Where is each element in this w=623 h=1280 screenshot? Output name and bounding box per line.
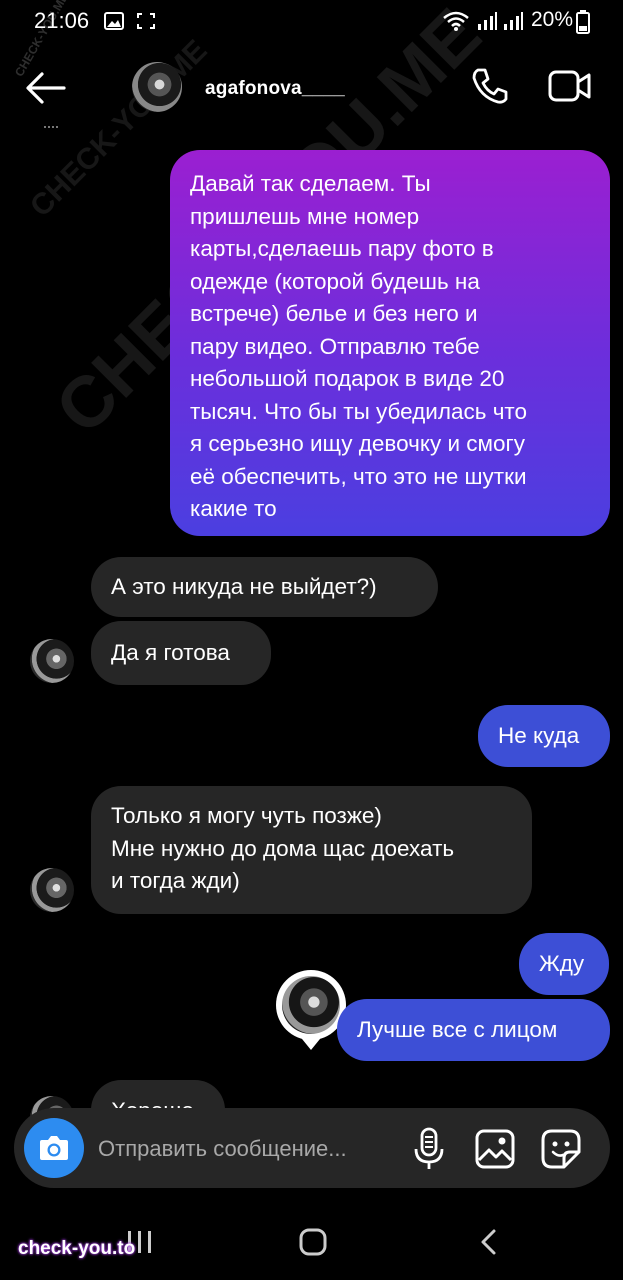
wifi-icon bbox=[443, 11, 469, 31]
message-bubble-received[interactable]: Да я готова bbox=[91, 621, 271, 685]
signal-icon-2 bbox=[504, 12, 523, 30]
header-dots bbox=[44, 126, 58, 131]
message-bubble-received[interactable]: Только я могу чуть позже) Мне нужно до д… bbox=[91, 786, 532, 914]
back-arrow-icon[interactable] bbox=[24, 70, 66, 106]
microphone-icon[interactable] bbox=[412, 1127, 446, 1171]
status-time: 21:06 bbox=[34, 8, 90, 33]
avatar[interactable] bbox=[30, 868, 74, 912]
status-bar: 21:06 20% bbox=[0, 0, 623, 44]
battery-percent: 20% bbox=[530, 8, 573, 31]
seen-avatar bbox=[276, 970, 346, 1040]
watermark-footer: check-you.to bbox=[18, 1238, 136, 1259]
gallery-icon[interactable] bbox=[474, 1128, 516, 1170]
screenshot-notification-icon bbox=[137, 13, 155, 29]
message-input[interactable]: Отправить сообщение... bbox=[98, 1136, 347, 1162]
nav-back-icon[interactable] bbox=[478, 1228, 498, 1256]
camera-icon bbox=[40, 1136, 68, 1160]
camera-button[interactable] bbox=[24, 1118, 84, 1178]
seen-indicator-tail bbox=[298, 1034, 324, 1050]
avatar[interactable] bbox=[30, 639, 74, 683]
phone-icon[interactable] bbox=[470, 66, 510, 106]
sticker-icon[interactable] bbox=[540, 1128, 582, 1170]
battery-icon bbox=[576, 10, 590, 34]
chat-username[interactable]: agafonova____ bbox=[205, 78, 345, 100]
message-bubble-sent[interactable]: Не куда bbox=[478, 705, 610, 767]
gallery-notification-icon bbox=[104, 12, 124, 30]
message-bubble-sent[interactable]: Жду bbox=[519, 933, 609, 995]
avatar[interactable] bbox=[132, 62, 182, 112]
message-bubble-sent[interactable]: Лучше все с лицом bbox=[337, 999, 610, 1061]
home-icon[interactable] bbox=[299, 1228, 327, 1256]
message-bubble-received[interactable]: А это никуда не выйдет?) bbox=[91, 557, 438, 617]
video-call-icon[interactable] bbox=[548, 68, 592, 104]
signal-icon bbox=[478, 12, 497, 30]
message-bubble-sent[interactable]: Давай так сделаем. Ты пришлешь мне номер… bbox=[170, 150, 610, 536]
